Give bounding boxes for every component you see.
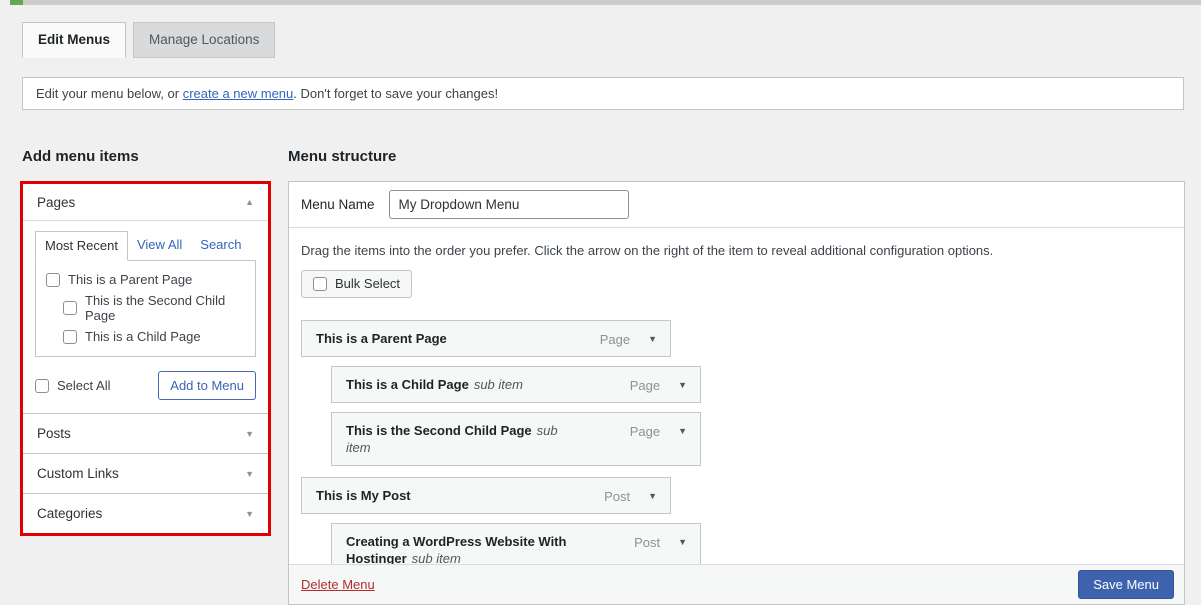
accordion-categories-header[interactable]: Categories ▼ [23,493,268,533]
bulk-select[interactable]: Bulk Select [301,270,412,298]
checklist-item: This is a Parent Page [36,269,255,290]
accordion-custom-links-header[interactable]: Custom Links ▼ [23,453,268,493]
pages-subtabs: Most Recent View All Search [35,231,256,261]
expand-arrow-icon[interactable]: ▼ [245,469,254,479]
add-to-menu-button[interactable]: Add to Menu [158,371,256,400]
accordion-custom-links-label: Custom Links [37,466,119,481]
accordion-posts-header[interactable]: Posts ▼ [23,413,268,453]
notice-text-after: . Don't forget to save your changes! [293,86,498,101]
item-options-arrow-icon[interactable]: ▼ [678,377,687,394]
checklist-item-label: This is a Parent Page [68,272,192,287]
menu-item-title: This is a Child Page [346,377,469,392]
menu-item-row[interactable]: This is My Post Post ▼ [301,477,671,514]
annotation-red-frame: Pages ▲ Most Recent View All Search This… [20,181,271,536]
item-options-arrow-icon[interactable]: ▼ [678,534,687,551]
checkbox[interactable] [63,301,77,315]
menu-item-type: Page [630,377,660,394]
menu-structure-body: Drag the items into the order you prefer… [289,228,1184,577]
notice-bar: Edit your menu below, or create a new me… [22,77,1184,110]
menu-item-type: Page [630,423,660,440]
item-options-arrow-icon[interactable]: ▼ [678,423,687,440]
item-options-arrow-icon[interactable]: ▼ [648,488,657,505]
progress-bar[interactable] [10,0,1201,5]
screen-tabs: Edit Menus Manage Locations [22,22,275,58]
select-all-label: Select All [57,378,110,393]
menu-item-row[interactable]: This is a Child Page sub item Page ▼ [331,366,701,403]
menu-item-row[interactable]: This is a Parent Page Page ▼ [301,320,671,357]
checkbox[interactable] [63,330,77,344]
accordion-posts-label: Posts [37,426,71,441]
select-all-checkbox[interactable] [35,379,49,393]
menu-name-input[interactable] [389,190,629,219]
delete-menu-link[interactable]: Delete Menu [301,577,375,592]
bulk-select-checkbox[interactable] [313,277,327,291]
menu-item-title: This is the Second Child Page [346,423,532,438]
item-options-arrow-icon[interactable]: ▼ [648,331,657,348]
select-row: Select All Add to Menu [35,371,256,400]
create-new-menu-link[interactable]: create a new menu [183,86,294,101]
add-menu-items-heading: Add menu items [22,148,139,165]
menu-item-type: Post [634,534,660,551]
tab-manage-locations[interactable]: Manage Locations [133,22,275,58]
checkbox[interactable] [46,273,60,287]
menu-item-type: Page [600,331,630,348]
menu-item-row[interactable]: This is the Second Child Pagesub item Pa… [331,412,701,466]
checklist-item-label: This is a Child Page [85,329,201,344]
accordion-pages-header[interactable]: Pages ▲ [23,184,268,221]
accordion-categories-label: Categories [37,506,102,521]
wordpress-menus-screen: Edit Menus Manage Locations Edit your me… [0,0,1201,605]
expand-arrow-icon[interactable]: ▼ [245,429,254,439]
drag-instructions: Drag the items into the order you prefer… [301,243,1172,258]
menu-item-title: This is a Parent Page [316,331,447,346]
save-menu-button[interactable]: Save Menu [1078,570,1174,599]
accordion-pages-label: Pages [37,195,75,210]
menu-name-label: Menu Name [301,197,375,212]
select-all: Select All [35,378,110,393]
checklist-item-label: This is the Second Child Page [85,293,245,323]
checklist-item: This is the Second Child Page [53,290,255,326]
pages-checklist: This is a Parent Page This is the Second… [35,260,256,357]
sub-item-label: sub item [474,377,523,392]
menu-items-list: This is a Parent Page Page ▼ This is a C… [301,320,1172,577]
bulk-select-label: Bulk Select [335,276,400,291]
menu-structure-panel: Menu Name Drag the items into the order … [288,181,1185,605]
progress-bar-played [10,0,23,5]
subtab-most-recent[interactable]: Most Recent [35,231,128,261]
menu-structure-heading: Menu structure [288,148,396,165]
expand-arrow-icon[interactable]: ▼ [245,509,254,519]
subtab-search[interactable]: Search [191,231,250,261]
menu-actions-footer: Delete Menu Save Menu [289,564,1184,604]
checklist-item: This is a Child Page [53,326,255,347]
collapse-arrow-icon[interactable]: ▲ [245,197,254,207]
menu-item-title: This is My Post [316,488,411,503]
menu-name-row: Menu Name [289,182,1184,228]
accordion-pages-body: Most Recent View All Search This is a Pa… [23,221,268,413]
tab-edit-menus[interactable]: Edit Menus [22,22,126,58]
subtab-view-all[interactable]: View All [128,231,191,261]
notice-text-before: Edit your menu below, or [36,86,183,101]
menu-item-type: Post [604,488,630,505]
